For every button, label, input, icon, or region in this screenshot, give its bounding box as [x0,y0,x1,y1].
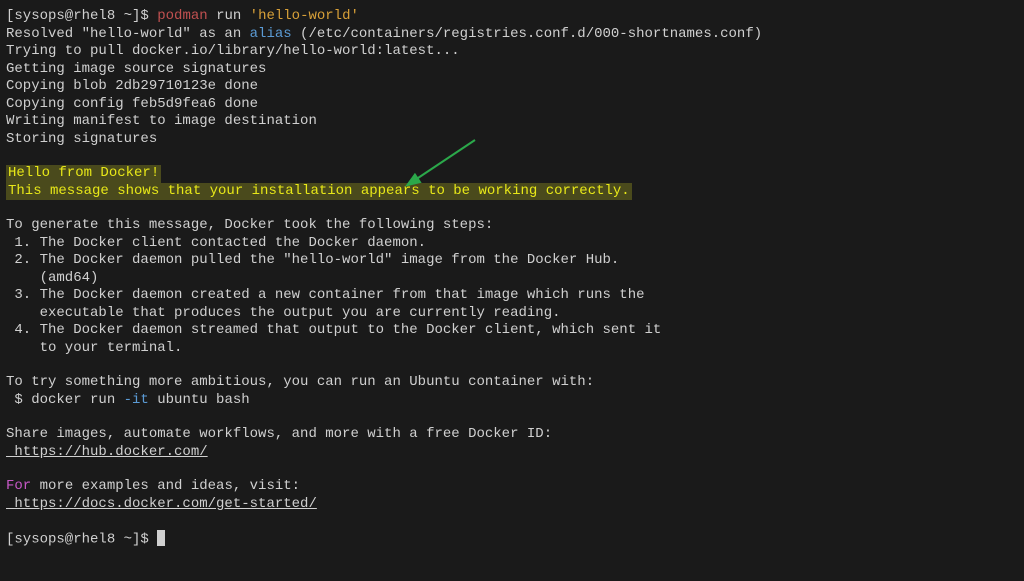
out-resolved: Resolved "hello-world" as an alias (/etc… [6,26,1018,44]
hello-1: Hello from Docker! [6,165,161,183]
alias-link: alias [250,26,292,42]
for: For [6,478,31,494]
out-blob: Copying blob 2db29710123e done [6,78,1018,96]
step-2: 2. The Docker daemon pulled the "hello-w… [6,252,1018,270]
ambitious-cmd: $ docker run -it ubuntu bash [6,392,1018,410]
ambitious: To try something more ambitious, you can… [6,374,1018,392]
prompt-line-2[interactable]: [sysops@rhel8 ~]$ [6,530,1018,549]
docs-url[interactable]: https://docs.docker.com/get-started/ [6,496,1018,514]
cmd-arg: 'hello-world' [250,8,359,24]
blank-1 [6,148,1018,165]
for-line: For more examples and ideas, visit: [6,478,1018,496]
step-1: 1. The Docker client contacted the Docke… [6,235,1018,253]
hello-line-2: This message shows that your installatio… [6,183,1018,201]
cmd-run: run [216,8,250,24]
prompt-line-1: [sysops@rhel8 ~]$ podman run 'hello-worl… [6,8,1018,26]
out-pulling: Trying to pull docker.io/library/hello-w… [6,43,1018,61]
out-storing: Storing signatures [6,131,1018,149]
share: Share images, automate workflows, and mo… [6,426,1018,444]
blank-5 [6,461,1018,478]
blank-6 [6,513,1018,530]
out-manifest: Writing manifest to image destination [6,113,1018,131]
hub-url[interactable]: https://hub.docker.com/ [6,444,1018,462]
step-2b: (amd64) [6,270,1018,288]
out-config: Copying config feb5d9fea6 done [6,96,1018,114]
step-3b: executable that produces the output you … [6,305,1018,323]
out-signatures: Getting image source signatures [6,61,1018,79]
gen-intro: To generate this message, Docker took th… [6,217,1018,235]
step-4: 4. The Docker daemon streamed that outpu… [6,322,1018,340]
blank-2 [6,200,1018,217]
hello-2: This message shows that your installatio… [6,183,632,201]
step-4b: to your terminal. [6,340,1018,358]
step-3: 3. The Docker daemon created a new conta… [6,287,1018,305]
cursor-block [157,530,165,546]
prompt-1: [sysops@rhel8 ~]$ [6,8,149,24]
blank-3 [6,357,1018,374]
flag-it: -it [124,392,149,408]
blank-4 [6,409,1018,426]
cmd-podman: podman [157,8,207,24]
hello-line-1: Hello from Docker! [6,165,1018,183]
prompt-2: [sysops@rhel8 ~]$ [6,532,157,548]
